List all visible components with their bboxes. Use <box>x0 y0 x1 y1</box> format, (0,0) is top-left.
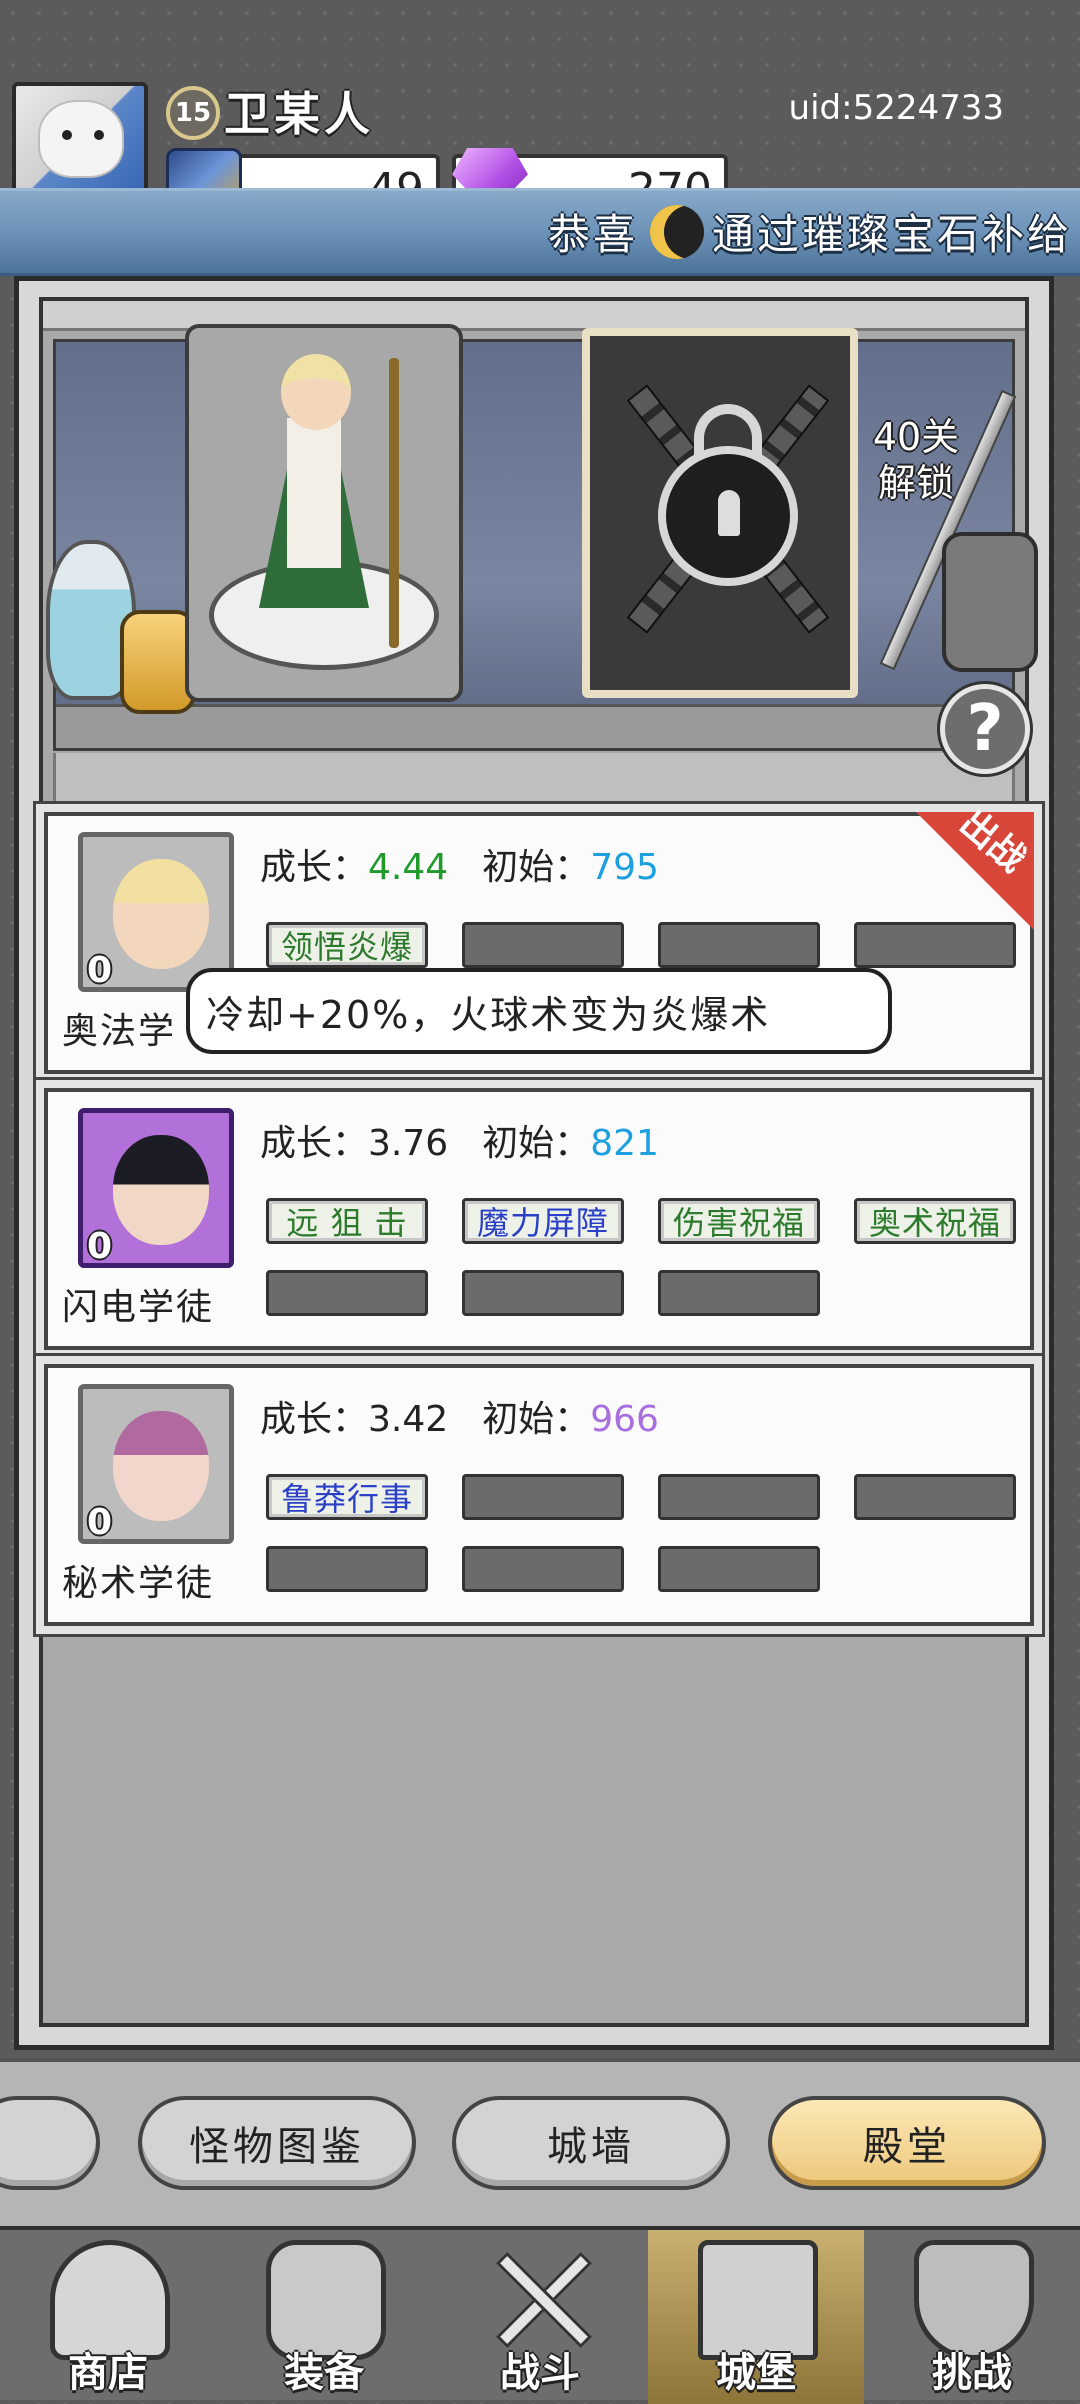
moon-icon <box>650 205 704 259</box>
avatar-eye <box>94 130 104 140</box>
notice-marquee: 恭喜 通过璀璨宝石补给 <box>0 188 1080 276</box>
mage-stats: 成长：3.76 初始：821 <box>260 1114 659 1166</box>
growth-label: 成长： <box>260 847 369 888</box>
scene-shelf <box>53 753 1015 809</box>
empty-skill-slot[interactable] <box>658 1474 820 1520</box>
initial-value: 795 <box>590 847 659 888</box>
nav-equipment[interactable]: 装备 <box>216 2230 432 2404</box>
growth-label: 成长： <box>260 1123 369 1164</box>
mage-name: 奥法学 <box>62 1011 177 1052</box>
initial-label: 初始： <box>482 847 591 888</box>
initial-value: 966 <box>590 1399 659 1440</box>
empty-skill-slot[interactable] <box>854 1474 1016 1520</box>
nav-label: 挑战 <box>932 2350 1012 2396</box>
skill-slot[interactable]: 远 狙 击 <box>266 1198 428 1244</box>
mage-card[interactable]: 0 闪电学徒 成长：3.76 初始：821 远 狙 击 魔力屏障 伤害祝福 奥术祝… <box>44 1088 1034 1350</box>
tab-hall[interactable]: 殿堂 <box>768 2096 1046 2190</box>
nav-castle[interactable]: 城堡 <box>648 2230 864 2404</box>
empty-skill-slot[interactable] <box>266 1546 428 1592</box>
bottom-navigation: 商店 装备 战斗 城堡 挑战 <box>0 2226 1080 2404</box>
lantern-icon <box>942 532 1038 672</box>
mage-portrait[interactable]: 0 <box>78 1384 234 1544</box>
help-button[interactable]: ? <box>940 684 1030 774</box>
subtab-hidden[interactable] <box>0 2096 100 2190</box>
level-badge: 15 <box>166 86 220 140</box>
nav-label: 装备 <box>284 2350 364 2396</box>
mage-level: 0 <box>87 950 113 991</box>
locked-hero-slot[interactable] <box>582 328 858 698</box>
hero-robe <box>287 418 341 568</box>
empty-skill-slot[interactable] <box>854 922 1016 968</box>
mage-level: 0 <box>87 1226 113 1267</box>
nav-label: 战斗 <box>500 2350 580 2396</box>
empty-skill-slot[interactable] <box>462 1270 624 1316</box>
nav-challenge[interactable]: 挑战 <box>864 2230 1080 2404</box>
player-name: 卫某人 <box>224 87 374 141</box>
growth-value: 3.42 <box>368 1399 449 1440</box>
lock-icon <box>658 446 798 586</box>
mage-face <box>113 1135 209 1245</box>
player-uid: uid:5224733 <box>788 88 1004 128</box>
empty-skill-slot[interactable] <box>266 1270 428 1316</box>
skill-slot[interactable]: 奥术祝福 <box>854 1198 1016 1244</box>
empty-skill-slot[interactable] <box>658 1546 820 1592</box>
mage-stats: 成长：4.44 初始：795 <box>260 838 659 890</box>
skill-slot[interactable]: 鲁莽行事 <box>266 1474 428 1520</box>
growth-label: 成长： <box>260 1399 369 1440</box>
nav-battle[interactable]: 战斗 <box>432 2230 648 2404</box>
skill-slot[interactable]: 魔力屏障 <box>462 1198 624 1244</box>
skill-tooltip: 冷却+20%，火球术变为炎爆术 <box>186 968 892 1054</box>
hero-slot[interactable] <box>185 324 463 702</box>
tab-monster-guide[interactable]: 怪物图鉴 <box>138 2096 416 2190</box>
nav-label: 城堡 <box>716 2350 796 2396</box>
mage-name: 秘术学徒 <box>62 1563 215 1604</box>
mage-card[interactable]: 0 秘术学徒 成长：3.42 初始：966 鲁莽行事 <box>44 1364 1034 1626</box>
empty-skill-slot[interactable] <box>462 1474 624 1520</box>
initial-label: 初始： <box>482 1399 591 1440</box>
growth-value: 3.76 <box>368 1123 449 1164</box>
mage-face <box>113 859 209 969</box>
mage-portrait[interactable]: 0 <box>78 1108 234 1268</box>
empty-skill-slot[interactable] <box>462 1546 624 1592</box>
mage-name: 闪电学徒 <box>62 1287 215 1328</box>
empty-skill-slot[interactable] <box>658 1270 820 1316</box>
nav-shop[interactable]: 商店 <box>0 2230 216 2404</box>
scene-floor <box>56 704 1012 748</box>
nav-label: 商店 <box>68 2350 148 2396</box>
notice-text-before: 恭喜 <box>548 210 639 259</box>
tab-city-wall[interactable]: 城墙 <box>452 2096 730 2190</box>
skill-slot[interactable]: 伤害祝福 <box>658 1198 820 1244</box>
notice-text: 恭喜 通过璀璨宝石补给 <box>548 201 1072 262</box>
skill-slot[interactable]: 领悟炎爆 <box>266 922 428 968</box>
mage-stats: 成长：3.42 初始：966 <box>260 1390 659 1442</box>
empty-skill-slot[interactable] <box>462 922 624 968</box>
mage-level: 0 <box>87 1502 113 1543</box>
hero-staff <box>389 358 399 648</box>
keyhole-icon <box>718 490 740 536</box>
notice-text-after: 通过璀璨宝石补给 <box>712 210 1073 259</box>
avatar-face <box>38 100 124 178</box>
empty-skill-slot[interactable] <box>658 922 820 968</box>
initial-label: 初始： <box>482 1123 591 1164</box>
mage-face <box>113 1411 209 1521</box>
unlock-requirement: 40关解锁 <box>872 415 960 505</box>
initial-value: 821 <box>590 1123 659 1164</box>
hero-head <box>281 354 351 430</box>
castle-subtabs: 怪物图鉴 城墙 殿堂 <box>0 2058 1080 2226</box>
growth-value: 4.44 <box>368 847 449 888</box>
avatar-eye <box>62 130 72 140</box>
